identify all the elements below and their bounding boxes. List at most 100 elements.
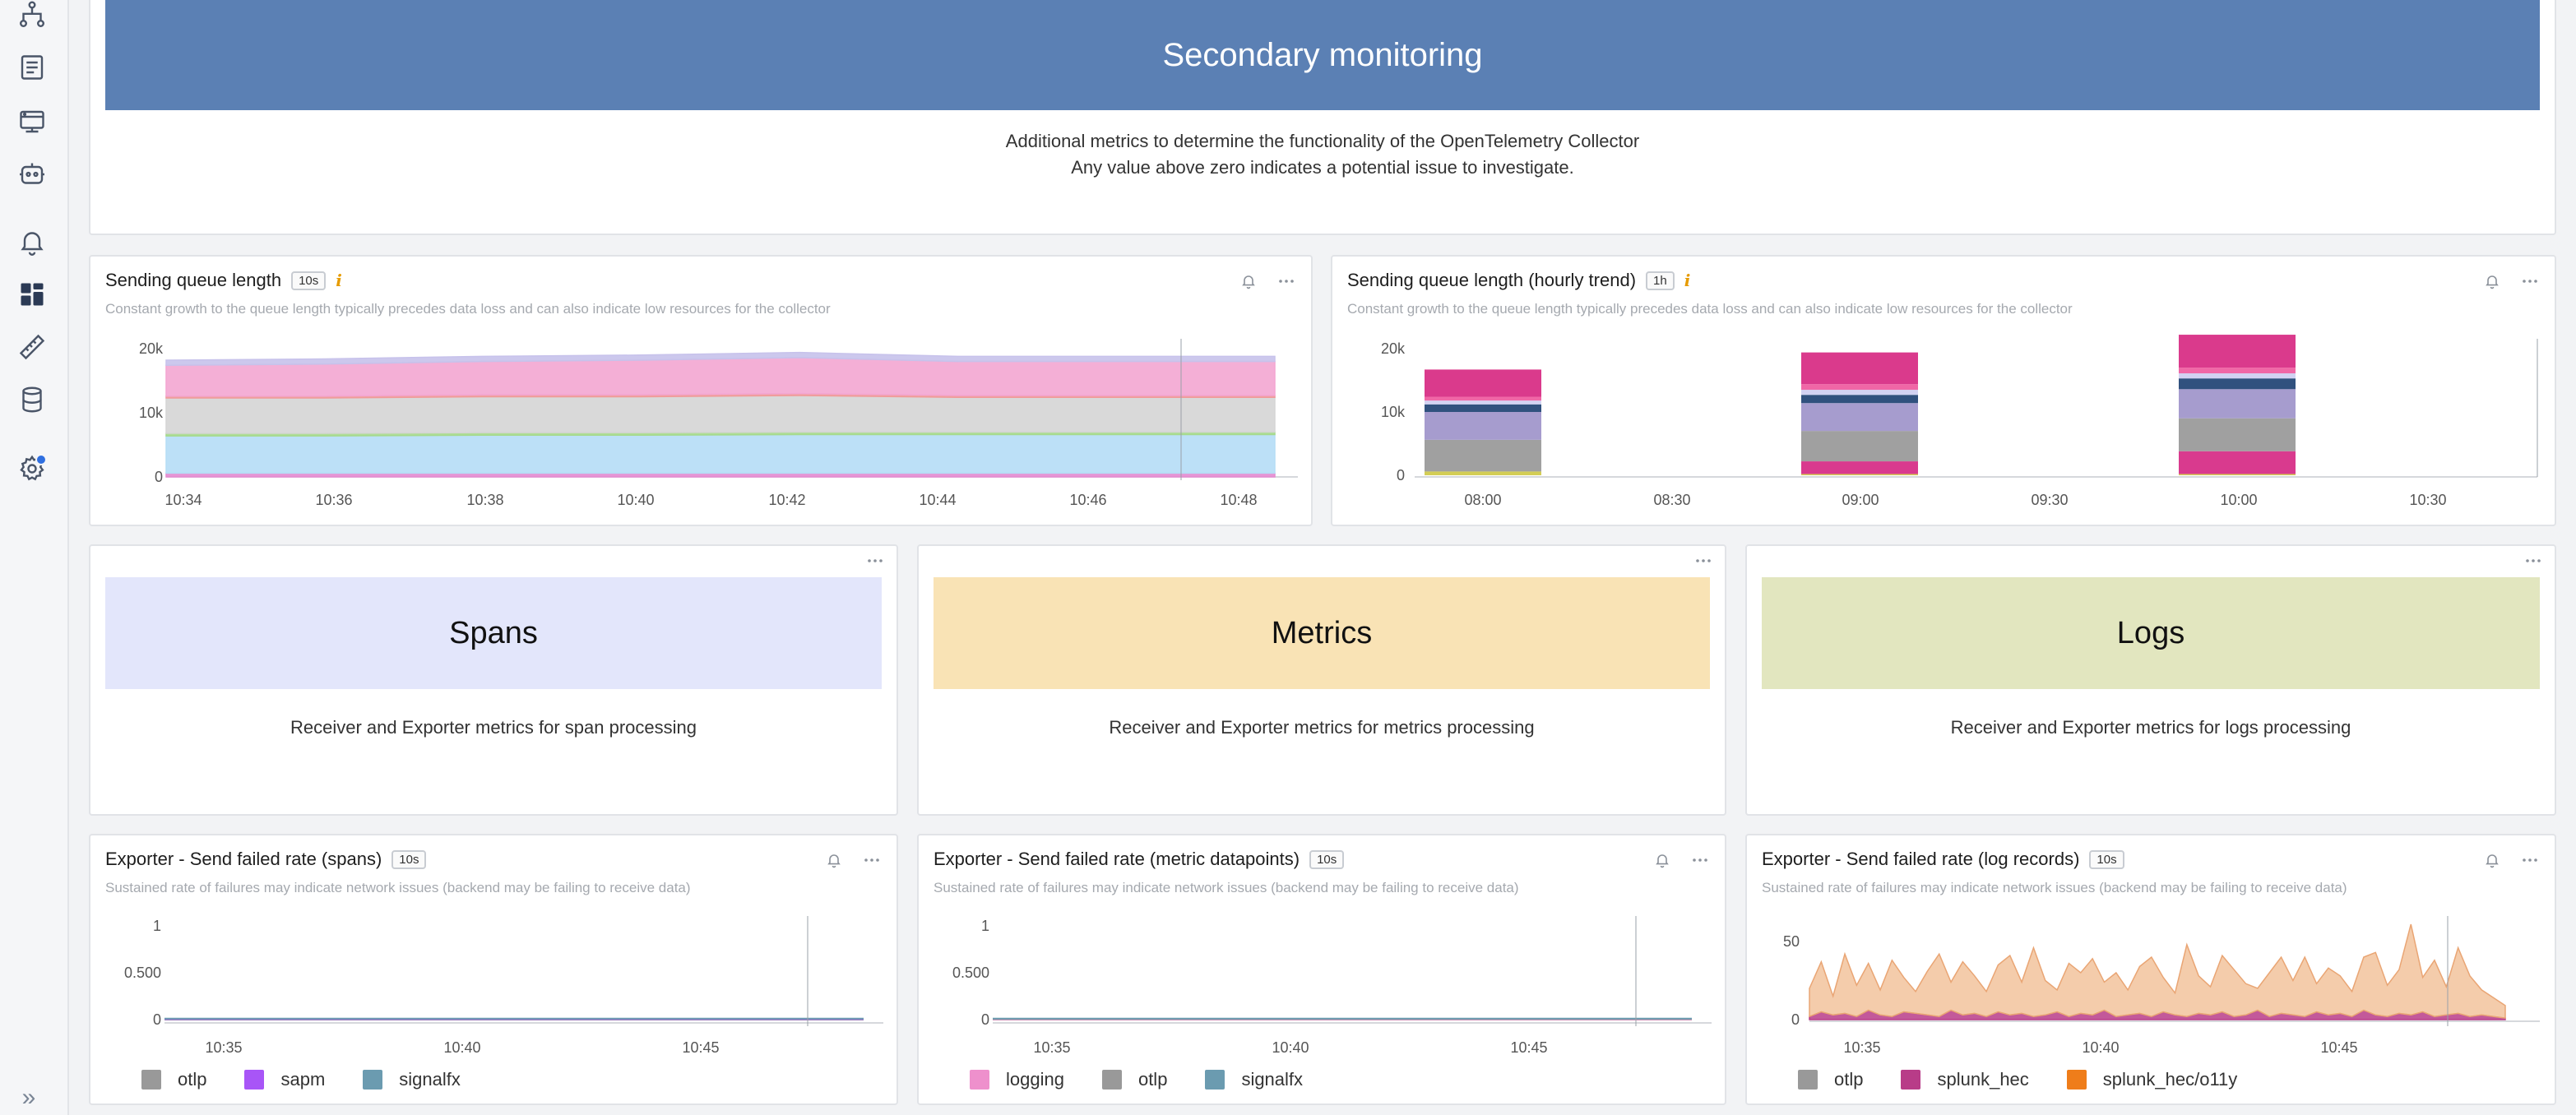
metrics-description: Receiver and Exporter metrics for metric… <box>1109 717 1535 738</box>
secondary-monitoring-panel: Secondary monitoring Additional metrics … <box>89 0 2556 235</box>
legend-swatch <box>244 1070 265 1090</box>
infrastructure-icon[interactable] <box>16 105 49 138</box>
y-tick-label: 0.500 <box>952 965 989 981</box>
notification-badge-dot <box>35 454 47 465</box>
y-tick-label: 1 <box>153 918 161 934</box>
dashboard-app: » Secondary monitoring Additional metric… <box>0 0 2576 1115</box>
more-actions-icon[interactable] <box>2523 551 2543 571</box>
secondary-monitoring-banner: Secondary monitoring <box>105 0 2540 110</box>
log-list-icon[interactable] <box>16 51 49 84</box>
bar-segment-09:00-1 <box>1801 461 1918 474</box>
legend-item[interactable]: logging <box>970 1069 1064 1090</box>
legend-swatch <box>1798 1070 1818 1090</box>
more-actions-icon[interactable] <box>1693 551 1713 571</box>
x-tick-label: 10:40 <box>2082 1039 2119 1056</box>
y-tick-label: 10k <box>1381 404 1406 420</box>
queue-length-area-chart[interactable]: 0 10k 20k 10:34 10:36 10:38 10:40 10:42 10:44 10:… <box>90 257 1314 528</box>
bar-segment-10:00-2 <box>2179 418 2296 451</box>
bar-segment-10:00-7 <box>2179 335 2296 368</box>
y-tick-label: 10k <box>139 405 164 421</box>
y-tick-label: 20k <box>1381 340 1406 357</box>
legend-swatch <box>1101 1070 1122 1090</box>
more-actions-icon[interactable] <box>865 551 885 571</box>
legend-label: splunk_hec <box>1937 1069 2029 1090</box>
legend-item[interactable]: otlp <box>141 1069 206 1090</box>
header-description-line-1: Additional metrics to determine the func… <box>1005 131 1640 151</box>
bar-segment-08:00-2 <box>1425 439 1541 472</box>
x-tick-label: 10:40 <box>617 492 654 508</box>
x-tick-label: 09:00 <box>1842 492 1879 508</box>
robot-icon[interactable] <box>16 158 49 191</box>
bar-segment-10:00-4 <box>2179 378 2296 390</box>
chart-legend: otlp sapm signalfx <box>141 1069 461 1090</box>
legend-item[interactable]: otlp <box>1798 1069 1863 1090</box>
legend-item[interactable]: signalfx <box>363 1069 461 1090</box>
y-tick-label: 0 <box>155 469 163 485</box>
bar-segment-09:00-6 <box>1801 384 1918 391</box>
queue-length-hourly-bar-chart[interactable]: 0 10k 20k 08:00 08:30 09:00 09:30 10:00 10:30 <box>1332 257 2558 528</box>
failed-spans-line-chart[interactable]: 0 0.500 1 10:35 10:40 10:45 <box>90 835 900 1107</box>
x-tick-label: 10:38 <box>466 492 503 508</box>
legend-label: sapm <box>280 1069 326 1090</box>
bar-segment-08:00-0 <box>1425 471 1541 475</box>
legend-item[interactable]: splunk_hec <box>1901 1069 2029 1090</box>
logs-title: Logs <box>2116 615 2185 650</box>
bar-segment-08:00-5 <box>1425 400 1541 405</box>
x-tick-label: 10:44 <box>919 492 956 508</box>
bar-segment-10:00-0 <box>2179 474 2296 475</box>
database-icon[interactable] <box>16 383 49 416</box>
chart-legend: logging otlp signalfx <box>970 1069 1303 1090</box>
header-description-line-2: Any value above zero indicates a potenti… <box>1071 157 1574 178</box>
x-tick-label: 10:46 <box>1069 492 1106 508</box>
chart-legend: otlp splunk_hec splunk_hec/o11y <box>1798 1069 2237 1090</box>
chart-failed-spans[interactable]: Exporter - Send failed rate (spans) 10s … <box>89 834 898 1105</box>
settings-gear-icon[interactable] <box>16 452 49 485</box>
page-title: Secondary monitoring <box>1162 36 1483 73</box>
legend-label: signalfx <box>1241 1069 1304 1090</box>
bar-segment-09:00-4 <box>1801 395 1918 404</box>
y-tick-label: 20k <box>139 340 164 357</box>
y-tick-label: 0 <box>981 1011 989 1028</box>
ruler-icon[interactable] <box>16 331 49 363</box>
y-tick-label: 50 <box>1783 933 1800 950</box>
x-tick-label: 10:42 <box>768 492 805 508</box>
bar-segment-08:00-3 <box>1425 412 1541 440</box>
failed-logs-area-chart[interactable]: 0 50 10:35 10:40 10:45 <box>1747 835 2558 1107</box>
legend-item[interactable]: splunk_hec/o11y <box>2066 1069 2238 1090</box>
spans-banner: Spans <box>105 577 882 689</box>
bar-segment-09:00-5 <box>1801 390 1918 396</box>
bar-segment-10:00-5 <box>2179 373 2296 379</box>
metrics-text-panel: Metrics Receiver and Exporter metrics fo… <box>917 544 1726 816</box>
chart-sending-queue-length[interactable]: Sending queue length 10s i Constant grow… <box>89 255 1313 526</box>
y-tick-label: 0 <box>1397 467 1405 483</box>
dashboards-icon[interactable] <box>16 278 49 311</box>
chart-sending-queue-hourly[interactable]: Sending queue length (hourly trend) 1h i… <box>1331 255 2556 526</box>
spans-title: Spans <box>449 615 538 650</box>
expand-sidebar-icon[interactable]: » <box>16 1085 41 1110</box>
x-tick-label: 10:40 <box>1272 1039 1309 1056</box>
topology-icon[interactable] <box>16 0 49 31</box>
x-tick-label: 10:30 <box>2409 492 2446 508</box>
legend-swatch <box>363 1070 383 1090</box>
x-tick-label: 10:45 <box>1510 1039 1547 1056</box>
left-nav-sidebar: » <box>0 0 69 1115</box>
legend-label: logging <box>1006 1069 1064 1090</box>
y-tick-label: 0 <box>1791 1011 1800 1028</box>
legend-item[interactable]: otlp <box>1101 1069 1167 1090</box>
bar-segment-08:00-4 <box>1425 404 1541 412</box>
x-tick-label: 10:35 <box>1033 1039 1070 1056</box>
legend-label: splunk_hec/o11y <box>2102 1069 2238 1090</box>
x-tick-label: 10:45 <box>2320 1039 2357 1056</box>
legend-swatch <box>2066 1070 2087 1090</box>
legend-item[interactable]: signalfx <box>1205 1069 1303 1090</box>
x-tick-label: 10:35 <box>205 1039 242 1056</box>
failed-metrics-line-chart[interactable]: 0 0.500 1 10:35 10:40 10:45 <box>919 835 1728 1107</box>
x-tick-label: 10:00 <box>2220 492 2257 508</box>
legend-label: otlp <box>1834 1069 1864 1090</box>
alerts-bell-icon[interactable] <box>16 225 49 258</box>
x-tick-label: 08:30 <box>1653 492 1690 508</box>
legend-item[interactable]: sapm <box>244 1069 325 1090</box>
chart-failed-logs[interactable]: Exporter - Send failed rate (log records… <box>1745 834 2556 1105</box>
spans-text-panel: Spans Receiver and Exporter metrics for … <box>89 544 898 816</box>
chart-failed-metrics[interactable]: Exporter - Send failed rate (metric data… <box>917 834 1726 1105</box>
